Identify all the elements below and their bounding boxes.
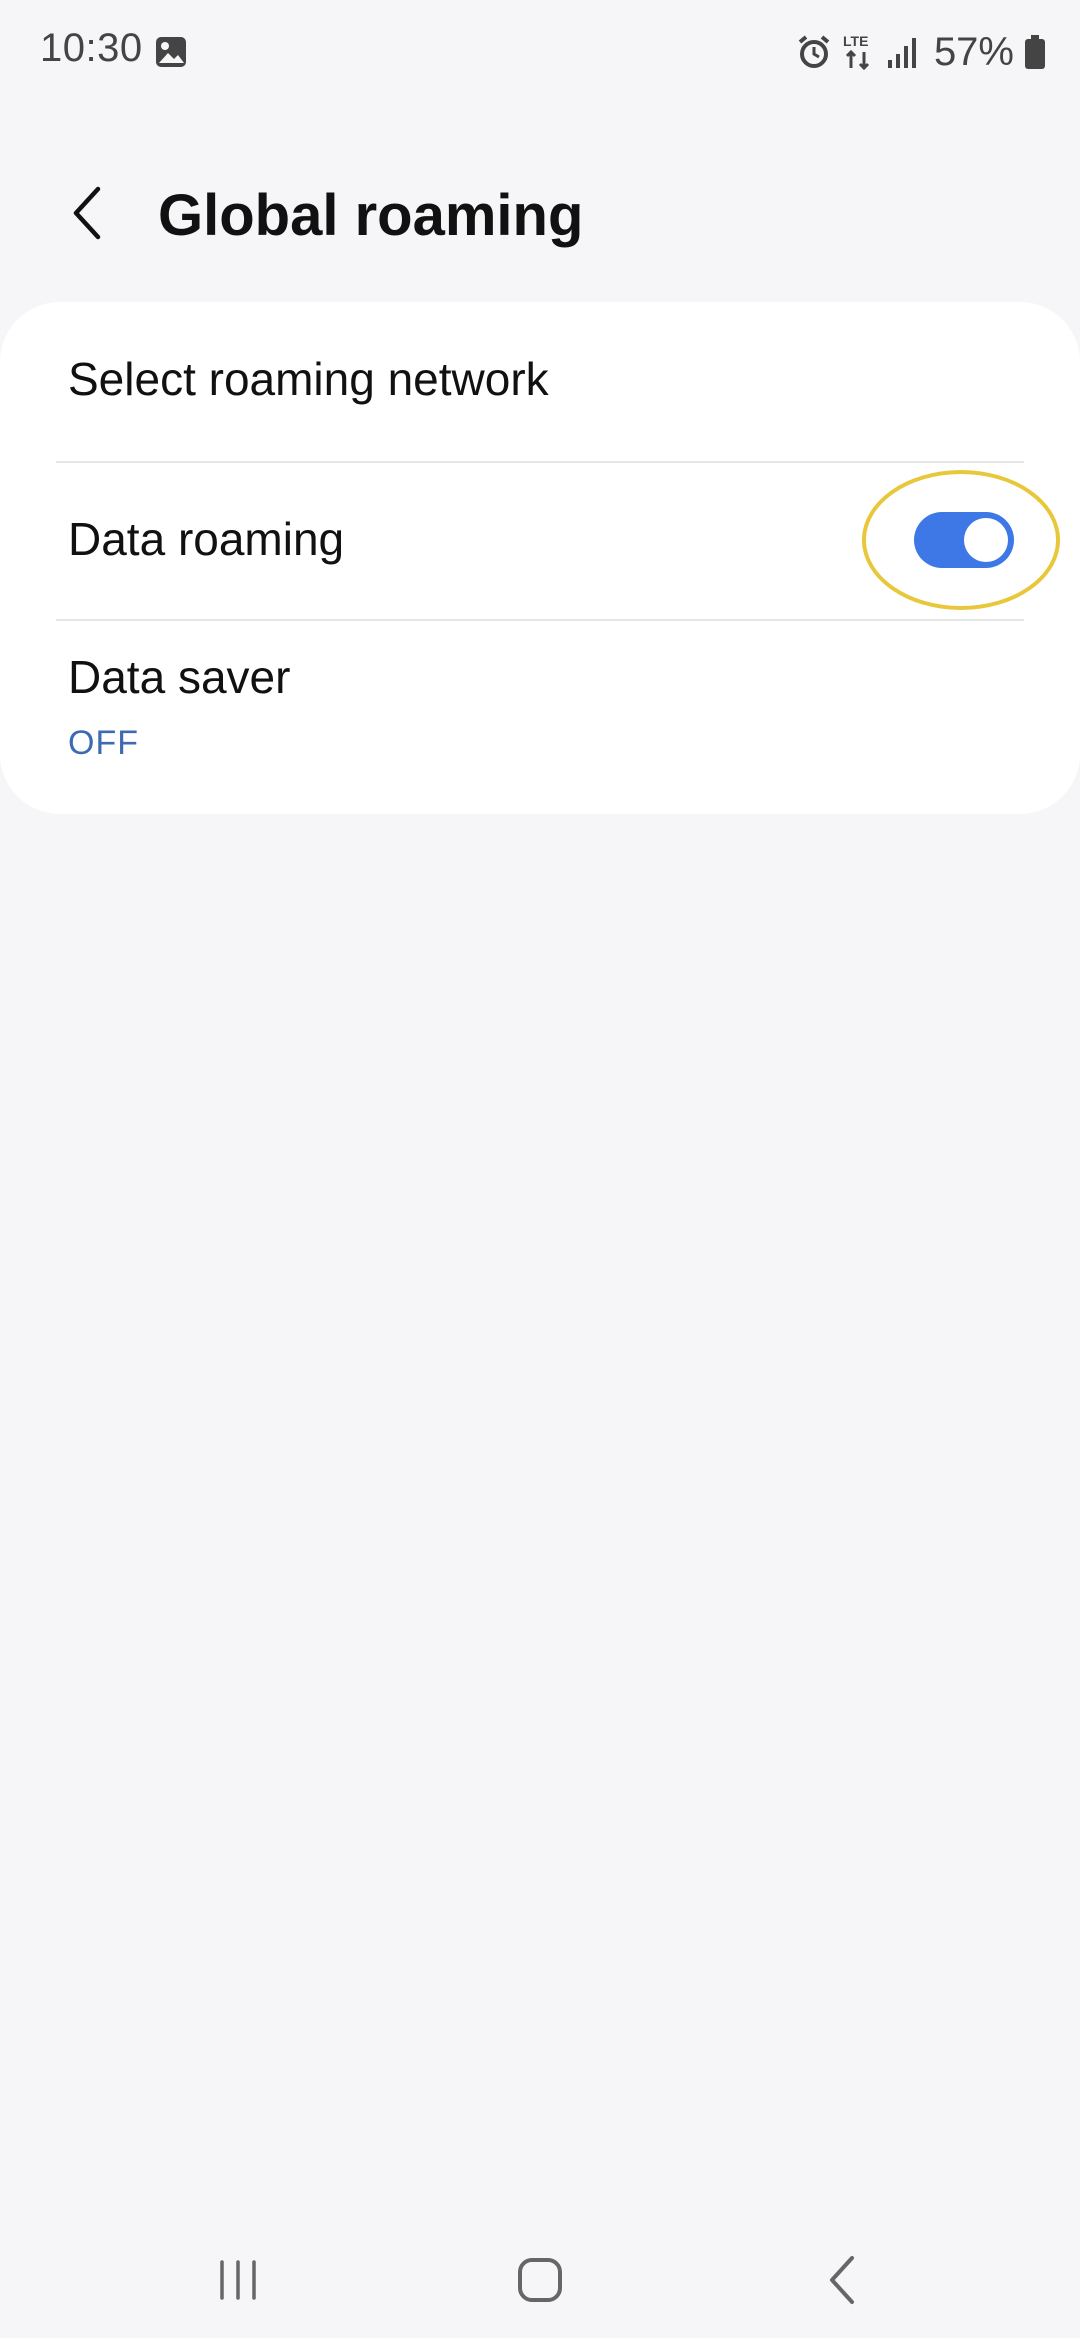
- back-button[interactable]: [56, 180, 120, 250]
- navigation-bar: [0, 2220, 1080, 2338]
- alarm-icon: [796, 34, 832, 70]
- data-saver-label: Data saver: [68, 651, 291, 703]
- status-bar: 10:30 LTE 57%: [0, 0, 1080, 104]
- header: Global roaming: [0, 160, 1080, 270]
- page-title: Global roaming: [158, 183, 584, 248]
- back-icon: [814, 2250, 874, 2315]
- battery-percent: 57%: [933, 29, 1014, 74]
- toggle-knob: [964, 518, 1008, 562]
- data-roaming-toggle-wrap: [862, 470, 1060, 610]
- svg-text:LTE: LTE: [843, 33, 868, 49]
- screen: 10:30 LTE 57% Global roaming Select roam…: [0, 0, 1080, 2338]
- lte-icon: LTE: [842, 32, 876, 72]
- data-roaming-label: Data roaming: [68, 513, 345, 565]
- system-back-button[interactable]: [794, 2242, 894, 2322]
- data-roaming-toggle[interactable]: [914, 512, 1014, 568]
- recent-apps-icon: [208, 2250, 268, 2315]
- data-saver-status: OFF: [68, 724, 139, 762]
- home-button[interactable]: [490, 2242, 590, 2322]
- home-icon: [510, 2250, 570, 2315]
- select-roaming-network-item[interactable]: Select roaming network: [0, 302, 1080, 462]
- select-roaming-network-label: Select roaming network: [68, 353, 549, 405]
- recent-apps-button[interactable]: [188, 2242, 288, 2322]
- battery-icon: [1024, 34, 1046, 70]
- signal-icon: [886, 36, 920, 68]
- data-saver-item[interactable]: Data saver OFF: [0, 620, 1080, 814]
- chevron-left-icon: [68, 183, 108, 248]
- gallery-icon: [154, 35, 188, 69]
- status-time: 10:30: [40, 26, 143, 70]
- status-icons: LTE 57%: [796, 26, 1046, 78]
